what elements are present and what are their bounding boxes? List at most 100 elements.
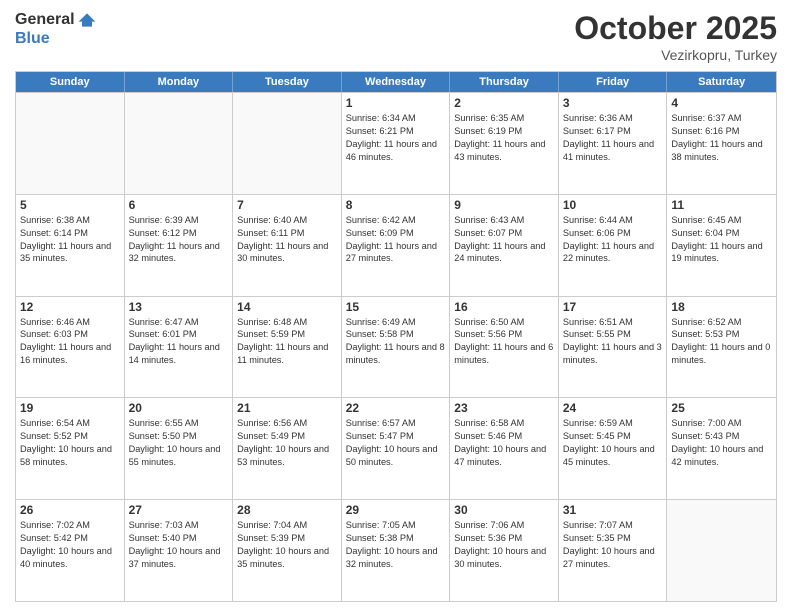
cell-text: Sunrise: 6:57 AM Sunset: 5:47 PM Dayligh… (346, 417, 446, 469)
calendar-cell: 18 Sunrise: 6:52 AM Sunset: 5:53 PM Dayli… (667, 297, 776, 398)
day-number: 17 (563, 300, 663, 314)
calendar-cell: 13 Sunrise: 6:47 AM Sunset: 6:01 PM Dayli… (125, 297, 234, 398)
calendar-cell: 31Sunrise: 7:07 AM Sunset: 5:35 PM Dayli… (559, 500, 668, 601)
calendar-cell: 10 Sunrise: 6:44 AM Sunset: 6:06 PM Dayli… (559, 195, 668, 296)
calendar-cell (667, 500, 776, 601)
weekday-header: Wednesday (342, 72, 451, 92)
day-number: 11 (671, 198, 772, 212)
calendar-cell: 30 Sunrise: 7:06 AM Sunset: 5:36 PM Dayli… (450, 500, 559, 601)
calendar-week: 5 Sunrise: 6:38 AM Sunset: 6:14 PM Daylig… (16, 194, 776, 296)
cell-text: Sunrise: 6:52 AM Sunset: 5:53 PM Dayligh… (671, 316, 772, 368)
weekday-header: Saturday (667, 72, 776, 92)
cell-text: Sunrise: 6:51 AM Sunset: 5:55 PM Dayligh… (563, 316, 663, 368)
day-number: 13 (129, 300, 229, 314)
calendar-cell: 28 Sunrise: 7:04 AM Sunset: 5:39 PM Dayli… (233, 500, 342, 601)
day-number: 6 (129, 198, 229, 212)
cell-text: Sunrise: 6:37 AM Sunset: 6:16 PM Dayligh… (671, 112, 772, 164)
weekday-header: Friday (559, 72, 668, 92)
calendar-cell (233, 93, 342, 194)
calendar-cell: 20 Sunrise: 6:55 AM Sunset: 5:50 PM Dayli… (125, 398, 234, 499)
calendar-cell: 21Sunrise: 6:56 AM Sunset: 5:49 PM Dayli… (233, 398, 342, 499)
day-number: 31 (563, 503, 663, 517)
calendar-week: 1 Sunrise: 6:34 AM Sunset: 6:21 PM Daylig… (16, 92, 776, 194)
cell-text: Sunrise: 6:36 AM Sunset: 6:17 PM Dayligh… (563, 112, 663, 164)
calendar-cell: 7 Sunrise: 6:40 AM Sunset: 6:11 PM Daylig… (233, 195, 342, 296)
day-number: 29 (346, 503, 446, 517)
calendar-cell: 17 Sunrise: 6:51 AM Sunset: 5:55 PM Dayli… (559, 297, 668, 398)
calendar-week: 19Sunrise: 6:54 AM Sunset: 5:52 PM Dayli… (16, 397, 776, 499)
calendar-cell: 24Sunrise: 6:59 AM Sunset: 5:45 PM Dayli… (559, 398, 668, 499)
calendar-cell: 29 Sunrise: 7:05 AM Sunset: 5:38 PM Dayli… (342, 500, 451, 601)
day-number: 22 (346, 401, 446, 415)
calendar-cell: 11 Sunrise: 6:45 AM Sunset: 6:04 PM Dayli… (667, 195, 776, 296)
calendar-cell: 3Sunrise: 6:36 AM Sunset: 6:17 PM Daylig… (559, 93, 668, 194)
weekday-header: Monday (125, 72, 234, 92)
day-number: 8 (346, 198, 446, 212)
day-number: 14 (237, 300, 337, 314)
day-number: 5 (20, 198, 120, 212)
calendar-week: 12Sunrise: 6:46 AM Sunset: 6:03 PM Dayli… (16, 296, 776, 398)
calendar-cell: 2 Sunrise: 6:35 AM Sunset: 6:19 PM Daylig… (450, 93, 559, 194)
day-number: 7 (237, 198, 337, 212)
cell-text: Sunrise: 6:54 AM Sunset: 5:52 PM Dayligh… (20, 417, 120, 469)
day-number: 10 (563, 198, 663, 212)
day-number: 25 (671, 401, 772, 415)
cell-text: Sunrise: 6:45 AM Sunset: 6:04 PM Dayligh… (671, 214, 772, 266)
day-number: 28 (237, 503, 337, 517)
cell-text: Sunrise: 6:56 AM Sunset: 5:49 PM Dayligh… (237, 417, 337, 469)
cell-text: Sunrise: 7:03 AM Sunset: 5:40 PM Dayligh… (129, 519, 229, 571)
day-number: 18 (671, 300, 772, 314)
location: Vezirkopru, Turkey (574, 47, 777, 63)
cell-text: Sunrise: 6:58 AM Sunset: 5:46 PM Dayligh… (454, 417, 554, 469)
cell-text: Sunrise: 7:06 AM Sunset: 5:36 PM Dayligh… (454, 519, 554, 571)
calendar-cell: 8 Sunrise: 6:42 AM Sunset: 6:09 PM Daylig… (342, 195, 451, 296)
cell-text: Sunrise: 6:42 AM Sunset: 6:09 PM Dayligh… (346, 214, 446, 266)
cell-text: Sunrise: 6:46 AM Sunset: 6:03 PM Dayligh… (20, 316, 120, 368)
calendar-cell: 22 Sunrise: 6:57 AM Sunset: 5:47 PM Dayli… (342, 398, 451, 499)
calendar-cell: 12Sunrise: 6:46 AM Sunset: 6:03 PM Dayli… (16, 297, 125, 398)
cell-text: Sunrise: 6:43 AM Sunset: 6:07 PM Dayligh… (454, 214, 554, 266)
calendar-header: SundayMondayTuesdayWednesdayThursdayFrid… (16, 72, 776, 92)
day-number: 1 (346, 96, 446, 110)
calendar-cell: 14 Sunrise: 6:48 AM Sunset: 5:59 PM Dayli… (233, 297, 342, 398)
cell-text: Sunrise: 6:40 AM Sunset: 6:11 PM Dayligh… (237, 214, 337, 266)
calendar: SundayMondayTuesdayWednesdayThursdayFrid… (15, 71, 777, 602)
day-number: 9 (454, 198, 554, 212)
cell-text: Sunrise: 6:39 AM Sunset: 6:12 PM Dayligh… (129, 214, 229, 266)
calendar-cell: 19Sunrise: 6:54 AM Sunset: 5:52 PM Dayli… (16, 398, 125, 499)
calendar-cell: 4Sunrise: 6:37 AM Sunset: 6:16 PM Daylig… (667, 93, 776, 194)
calendar-cell: 1 Sunrise: 6:34 AM Sunset: 6:21 PM Daylig… (342, 93, 451, 194)
day-number: 15 (346, 300, 446, 314)
cell-text: Sunrise: 7:05 AM Sunset: 5:38 PM Dayligh… (346, 519, 446, 571)
weekday-header: Tuesday (233, 72, 342, 92)
day-number: 30 (454, 503, 554, 517)
day-number: 2 (454, 96, 554, 110)
day-number: 27 (129, 503, 229, 517)
calendar-cell: 16Sunrise: 6:50 AM Sunset: 5:56 PM Dayli… (450, 297, 559, 398)
calendar-cell: 9 Sunrise: 6:43 AM Sunset: 6:07 PM Daylig… (450, 195, 559, 296)
cell-text: Sunrise: 6:34 AM Sunset: 6:21 PM Dayligh… (346, 112, 446, 164)
month-title: October 2025 (574, 10, 777, 47)
cell-text: Sunrise: 6:59 AM Sunset: 5:45 PM Dayligh… (563, 417, 663, 469)
weekday-header: Thursday (450, 72, 559, 92)
calendar-cell: 15Sunrise: 6:49 AM Sunset: 5:58 PM Dayli… (342, 297, 451, 398)
cell-text: Sunrise: 7:00 AM Sunset: 5:43 PM Dayligh… (671, 417, 772, 469)
day-number: 16 (454, 300, 554, 314)
cell-text: Sunrise: 6:48 AM Sunset: 5:59 PM Dayligh… (237, 316, 337, 368)
calendar-cell: 23Sunrise: 6:58 AM Sunset: 5:46 PM Dayli… (450, 398, 559, 499)
cell-text: Sunrise: 7:04 AM Sunset: 5:39 PM Dayligh… (237, 519, 337, 571)
day-number: 20 (129, 401, 229, 415)
cell-text: Sunrise: 6:35 AM Sunset: 6:19 PM Dayligh… (454, 112, 554, 164)
logo-blue: Blue (15, 30, 50, 48)
calendar-cell: 5 Sunrise: 6:38 AM Sunset: 6:14 PM Daylig… (16, 195, 125, 296)
logo-icon (77, 10, 97, 30)
calendar-body: 1 Sunrise: 6:34 AM Sunset: 6:21 PM Daylig… (16, 92, 776, 601)
calendar-cell (16, 93, 125, 194)
title-area: October 2025 Vezirkopru, Turkey (574, 10, 777, 63)
cell-text: Sunrise: 6:38 AM Sunset: 6:14 PM Dayligh… (20, 214, 120, 266)
calendar-cell (125, 93, 234, 194)
cell-text: Sunrise: 6:47 AM Sunset: 6:01 PM Dayligh… (129, 316, 229, 368)
calendar-week: 26Sunrise: 7:02 AM Sunset: 5:42 PM Dayli… (16, 499, 776, 601)
cell-text: Sunrise: 6:44 AM Sunset: 6:06 PM Dayligh… (563, 214, 663, 266)
cell-text: Sunrise: 6:55 AM Sunset: 5:50 PM Dayligh… (129, 417, 229, 469)
